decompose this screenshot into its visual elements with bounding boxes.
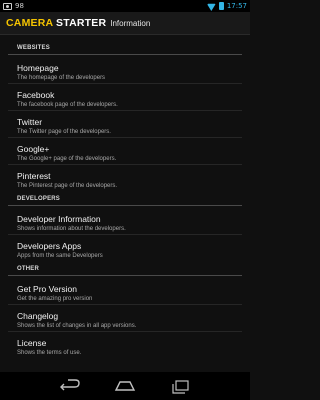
item-subtitle: Shows information about the developers. [17,226,126,232]
logo-camera: CAMERA [6,17,53,29]
home-button[interactable] [113,378,137,394]
list-item-get-pro-version[interactable]: Get Pro Version Get the amazing pro vers… [8,278,242,305]
action-bar: CAMERA STARTER Information [0,12,250,34]
recent-apps-button[interactable] [168,378,192,394]
item-subtitle: The homepage of the developers [17,75,106,81]
item-title: Developers Apps [17,241,82,251]
item-title: Get Pro Version [17,284,78,294]
section-developers: DEVELOPERS [8,192,242,206]
battery-icon [218,2,224,10]
app-logo[interactable]: CAMERA STARTER [6,17,106,29]
item-title: Facebook [17,90,55,100]
list-item-developers-apps[interactable]: Developers Apps Apps from the same Devel… [8,235,242,262]
recent-apps-icon [172,380,189,394]
section-label: WEBSITES [17,45,50,51]
section-other: OTHER [8,262,242,276]
list-item-pinterest[interactable]: Pinterest The Pinterest page of the deve… [8,165,242,192]
wifi-icon [207,2,216,10]
list-item-changelog[interactable]: Changelog Shows the list of changes in a… [8,305,242,332]
item-subtitle: Apps from the same Developers [17,253,103,259]
list-item-homepage[interactable]: Homepage The homepage of the developers [8,57,242,84]
item-title: Changelog [17,311,59,321]
item-subtitle: The Google+ page of the developers. [17,156,117,162]
navigation-bar [0,372,250,400]
status-bar: 98 17:57 [0,0,250,12]
status-left-text: 98 [15,2,24,10]
item-subtitle: Get the amazing pro version [17,296,93,302]
list-item-googleplus[interactable]: Google+ The Google+ page of the develope… [8,138,242,165]
page-title: Information [110,18,151,28]
status-clock: 17:57 [226,2,247,10]
list-item-license[interactable]: License Shows the terms of use. [8,332,242,359]
logo-starter: STARTER [56,17,107,29]
item-title: Google+ [17,144,50,154]
item-title: Twitter [17,117,43,127]
item-title: License [17,338,47,348]
section-websites: WEBSITES [8,41,242,55]
list-item-twitter[interactable]: Twitter The Twitter page of the develope… [8,111,242,138]
item-subtitle: Shows the list of changes in all app ver… [17,323,137,329]
list-item-facebook[interactable]: Facebook The facebook page of the develo… [8,84,242,111]
item-title: Homepage [17,63,59,73]
section-label: OTHER [17,266,39,272]
home-icon [114,381,136,391]
notification-icon [3,2,12,10]
status-right: 17:57 [207,1,247,11]
section-label: DEVELOPERS [17,196,61,202]
back-icon [60,379,80,391]
item-subtitle: The facebook page of the developers. [17,102,118,108]
settings-list[interactable]: WEBSITES Homepage The homepage of the de… [0,35,250,372]
item-subtitle: The Pinterest page of the developers. [17,183,118,189]
back-button[interactable] [58,378,82,394]
item-title: Developer Information [17,214,101,224]
list-item-developer-information[interactable]: Developer Information Shows information … [8,208,242,235]
item-title: Pinterest [17,171,51,181]
item-subtitle: The Twitter page of the developers. [17,129,111,135]
item-subtitle: Shows the terms of use. [17,350,82,356]
status-left: 98 [3,1,24,11]
